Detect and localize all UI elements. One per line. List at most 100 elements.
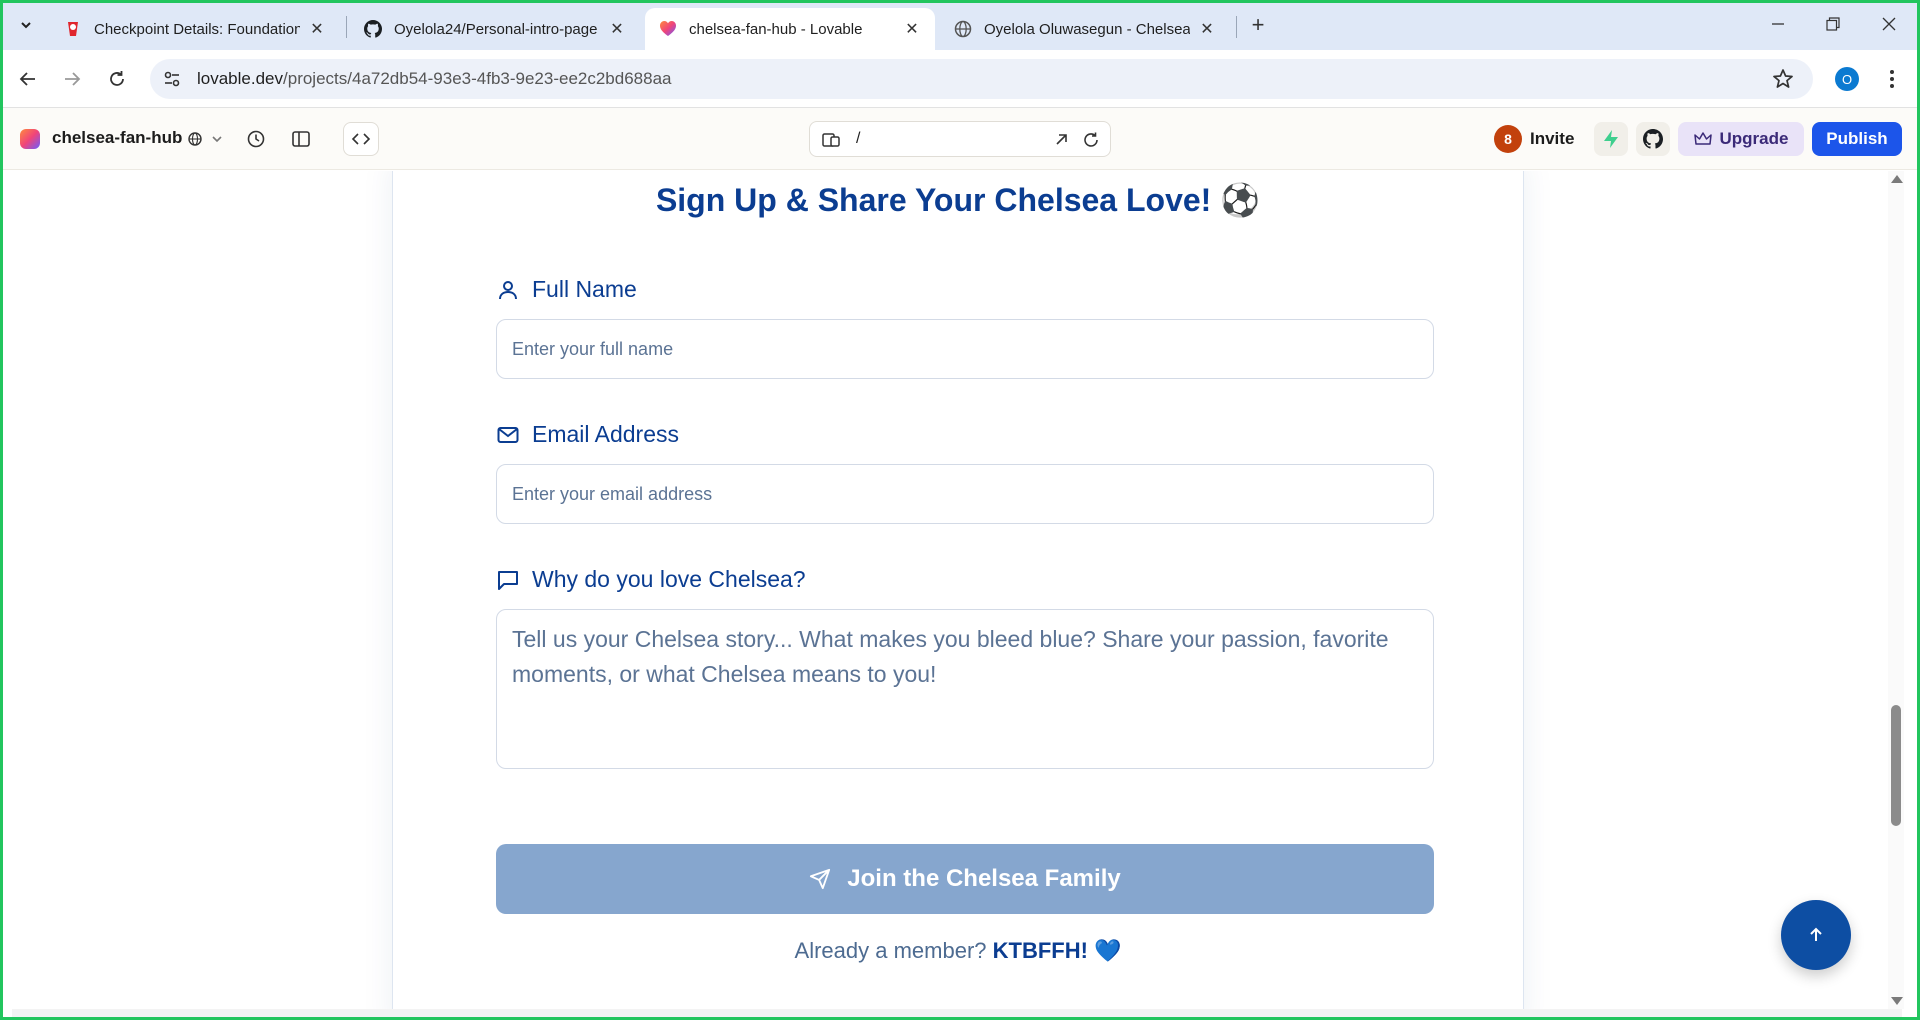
why-label-row: Why do you love Chelsea? [496, 566, 806, 593]
send-icon [810, 868, 831, 890]
tab-title: chelsea-fan-hub - Lovable [689, 20, 863, 38]
lovable-logo-icon[interactable] [19, 128, 41, 150]
scrollbar-thumb[interactable] [1891, 705, 1901, 826]
address-bar[interactable]: lovable.dev/projects/4a72db54-93e3-4fb3-… [150, 59, 1813, 99]
reload-icon [110, 71, 124, 86]
tab-chelsea-site[interactable]: Oyelola Oluwasegun - Chelsea F ✕ [940, 8, 1230, 50]
back-button[interactable] [12, 63, 44, 95]
mail-icon [497, 426, 519, 443]
reload-button[interactable] [101, 63, 133, 95]
email-input[interactable]: Enter your email address [496, 464, 1434, 524]
preview-route-bar[interactable]: / [809, 121, 1111, 157]
collaborator-badge: 8 [1494, 125, 1522, 153]
code-icon [351, 133, 371, 145]
github-icon [1643, 129, 1663, 149]
full-name-label: Full Name [532, 276, 637, 302]
close-icon[interactable]: ✕ [308, 20, 326, 38]
email-placeholder: Enter your email address [512, 483, 713, 504]
member-prefix: Already a member? [794, 938, 987, 963]
member-line: Already a member? KTBFFH! 💙 [393, 938, 1523, 964]
lovable-topbar: chelsea-fan-hub / 8 Invite Upgrade Publi… [0, 108, 1920, 170]
url-text: lovable.dev/projects/4a72db54-93e3-4fb3-… [197, 69, 672, 89]
profile-avatar[interactable]: O [1835, 67, 1859, 91]
site-info-icon[interactable] [162, 69, 182, 89]
email-label-row: Email Address [496, 421, 679, 448]
scroll-up-arrow-icon[interactable] [1891, 175, 1903, 183]
project-name[interactable]: chelsea-fan-hub [52, 128, 182, 148]
checkpoint-icon [68, 22, 78, 36]
tab-title: Checkpoint Details: Foundation [94, 20, 300, 38]
reload-icon[interactable] [1082, 131, 1100, 149]
form-title: Sign Up & Share Your Chelsea Love! ⚽ [655, 182, 1261, 218]
restore-icon [1826, 17, 1840, 31]
code-view-button[interactable] [343, 122, 379, 156]
close-icon[interactable]: ✕ [903, 20, 921, 38]
url-domain: lovable.dev [197, 69, 284, 88]
supabase-button[interactable] [1594, 122, 1628, 156]
email-label: Email Address [532, 421, 680, 447]
chevron-down-icon [21, 22, 31, 29]
browser-menu-button[interactable] [1880, 65, 1904, 93]
globe-icon [954, 20, 972, 38]
close-icon[interactable]: ✕ [1198, 20, 1216, 38]
supabase-icon [1604, 130, 1618, 148]
user-icon [499, 280, 517, 299]
restore-button[interactable] [1810, 8, 1856, 40]
more-vert-icon [1890, 70, 1894, 88]
tab-search-button[interactable] [12, 12, 40, 38]
arrow-up-icon [1810, 927, 1822, 941]
toggle-sidebar-button[interactable] [289, 127, 313, 151]
route-path: / [856, 130, 861, 147]
preview-bottom-edge [12, 1009, 1902, 1020]
why-textarea[interactable]: Tell us your Chelsea story... What makes… [496, 609, 1434, 769]
full-name-input[interactable]: Enter your full name [496, 319, 1434, 379]
why-label: Why do you love Chelsea? [532, 566, 806, 592]
join-button-label: Join the Chelsea Family [847, 865, 1121, 892]
signup-card: Sign Up & Share Your Chelsea Love! ⚽ Ful… [392, 171, 1524, 1009]
history-icon [247, 130, 265, 148]
minimize-button[interactable] [1755, 8, 1801, 40]
tab-title: Oyelola24/Personal-intro-page [394, 20, 598, 38]
browser-tabstrip: Checkpoint Details: Foundation ✕ Oyelola… [0, 0, 1920, 50]
tab-checkpoint[interactable]: Checkpoint Details: Foundation ✕ [50, 8, 340, 50]
url-path: /projects/4a72db54-93e3-4fb3-9e23-ee2c2b… [283, 69, 672, 88]
close-window-button[interactable] [1866, 8, 1912, 40]
minimize-icon [1772, 23, 1784, 25]
invite-label: Invite [1530, 129, 1575, 148]
plus-icon: + [1251, 12, 1265, 37]
sidebar-icon [292, 131, 310, 147]
bookmark-star-icon[interactable] [1771, 67, 1795, 91]
upgrade-label: Upgrade [1719, 129, 1789, 148]
github-icon [364, 20, 382, 38]
arrow-left-icon [19, 72, 35, 86]
preview-scrollbar[interactable] [1888, 171, 1904, 1009]
tab-title: Oyelola Oluwasegun - Chelsea F [984, 20, 1190, 38]
upgrade-button[interactable]: Upgrade [1678, 122, 1804, 156]
invite-button[interactable]: 8 Invite [1491, 122, 1586, 156]
device-icon[interactable] [822, 131, 840, 149]
why-placeholder: Tell us your Chelsea story... What makes… [512, 626, 1389, 687]
join-button[interactable]: Join the Chelsea Family [496, 844, 1434, 914]
lovable-icon [660, 21, 676, 36]
chevron-down-icon[interactable] [210, 132, 224, 146]
globe-icon [188, 132, 202, 146]
forward-button[interactable] [56, 63, 88, 95]
member-emphasis: KTBFFH! 💙 [992, 938, 1122, 963]
tab-separator [346, 16, 347, 38]
full-name-label-row: Full Name [496, 276, 637, 303]
browser-toolbar: lovable.dev/projects/4a72db54-93e3-4fb3-… [0, 50, 1920, 108]
publish-button[interactable]: Publish [1812, 122, 1902, 156]
full-name-placeholder: Enter your full name [512, 338, 674, 359]
history-button[interactable] [244, 127, 268, 151]
message-square-icon [498, 570, 518, 590]
external-link-icon[interactable] [1052, 131, 1070, 149]
scroll-down-arrow-icon[interactable] [1891, 997, 1903, 1005]
github-button[interactable] [1636, 122, 1670, 156]
crown-icon [1693, 132, 1712, 145]
tab-lovable[interactable]: chelsea-fan-hub - Lovable ✕ [645, 8, 935, 50]
app-preview: Sign Up & Share Your Chelsea Love! ⚽ Ful… [12, 171, 1902, 1009]
tab-github[interactable]: Oyelola24/Personal-intro-page ✕ [350, 8, 640, 50]
scroll-to-top-button[interactable] [1781, 900, 1851, 970]
close-icon[interactable]: ✕ [608, 20, 626, 38]
new-tab-button[interactable]: + [1244, 12, 1272, 38]
